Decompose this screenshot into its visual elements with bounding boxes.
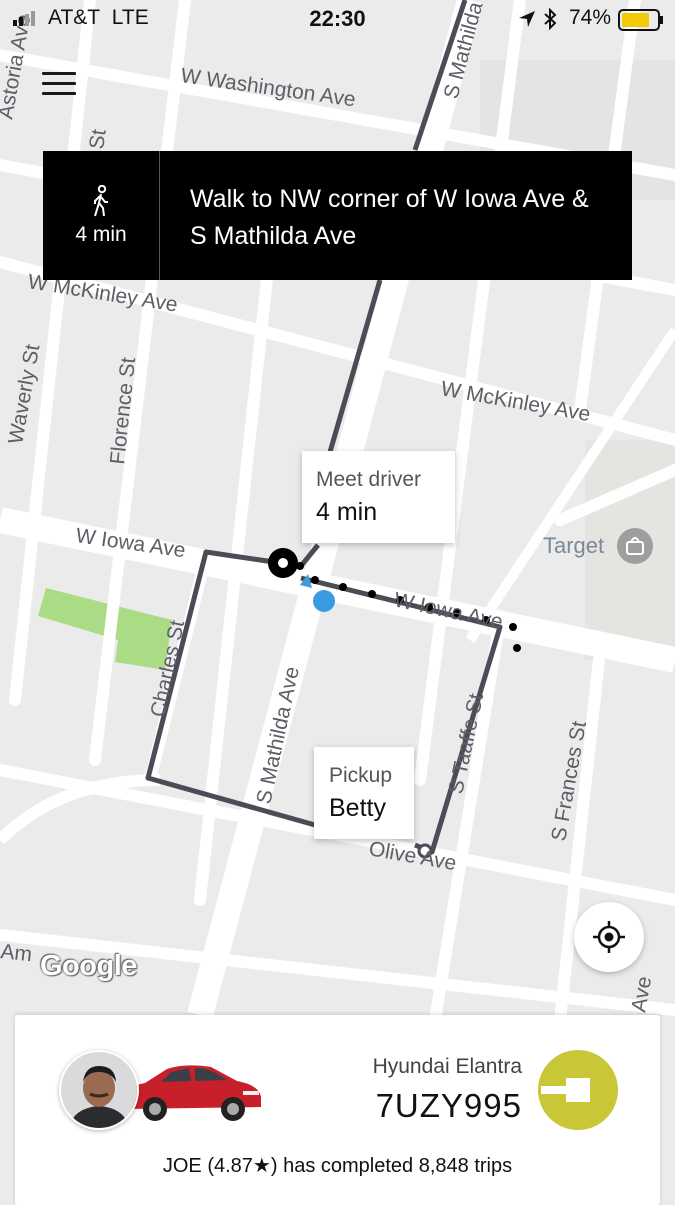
- street-label: St: [85, 128, 111, 151]
- trips-count: has completed 8,848 trips: [283, 1155, 513, 1177]
- driver-name: JOE: [162, 1155, 202, 1177]
- pickup-callout[interactable]: Pickup Betty: [314, 747, 414, 839]
- battery-percent: 74%: [569, 6, 612, 29]
- target-poi[interactable]: [617, 528, 653, 564]
- car-model: Hyundai Elantra: [372, 1055, 522, 1078]
- meet-driver-callout[interactable]: Meet driver 4 min: [302, 451, 455, 543]
- crosshair-icon: [593, 921, 625, 953]
- pickup-point-marker[interactable]: [268, 548, 298, 578]
- bluetooth-icon: [544, 8, 557, 30]
- google-logo: Google: [40, 950, 137, 982]
- battery-icon: [618, 9, 663, 31]
- walking-person-icon: [94, 185, 108, 217]
- poi-label[interactable]: Target: [543, 533, 604, 558]
- pickup-label: Pickup: [329, 764, 393, 787]
- menu-icon[interactable]: [42, 72, 76, 98]
- recenter-button[interactable]: [574, 902, 644, 972]
- driver-avatar[interactable]: [59, 1050, 139, 1130]
- status-bar: AT&T LTE 22:30 74%: [0, 0, 675, 38]
- driver-card[interactable]: Hyundai Elantra 7UZY995 JOE (4.87★) has …: [15, 1015, 660, 1205]
- street-label: Am: [0, 940, 33, 966]
- walk-duration-panel: 4 min: [43, 151, 160, 280]
- driver-trips-summary: JOE (4.87★) has completed 8,848 trips: [15, 1153, 660, 1178]
- location-arrow-icon: [519, 11, 535, 27]
- license-plate: 7UZY995: [375, 1087, 522, 1124]
- meet-driver-time: 4 min: [316, 498, 378, 526]
- pickup-name: Betty: [329, 794, 386, 822]
- meet-driver-label: Meet driver: [316, 468, 422, 491]
- walk-instruction: Walk to NW corner of W Iowa Ave & S Math…: [190, 185, 589, 250]
- walk-time: 4 min: [75, 223, 127, 246]
- driver-rating: (4.87★): [207, 1155, 278, 1177]
- navigation-banner: 4 min Walk to NW corner of W Iowa Ave & …: [43, 151, 632, 280]
- uber-logo-icon: [538, 1050, 618, 1130]
